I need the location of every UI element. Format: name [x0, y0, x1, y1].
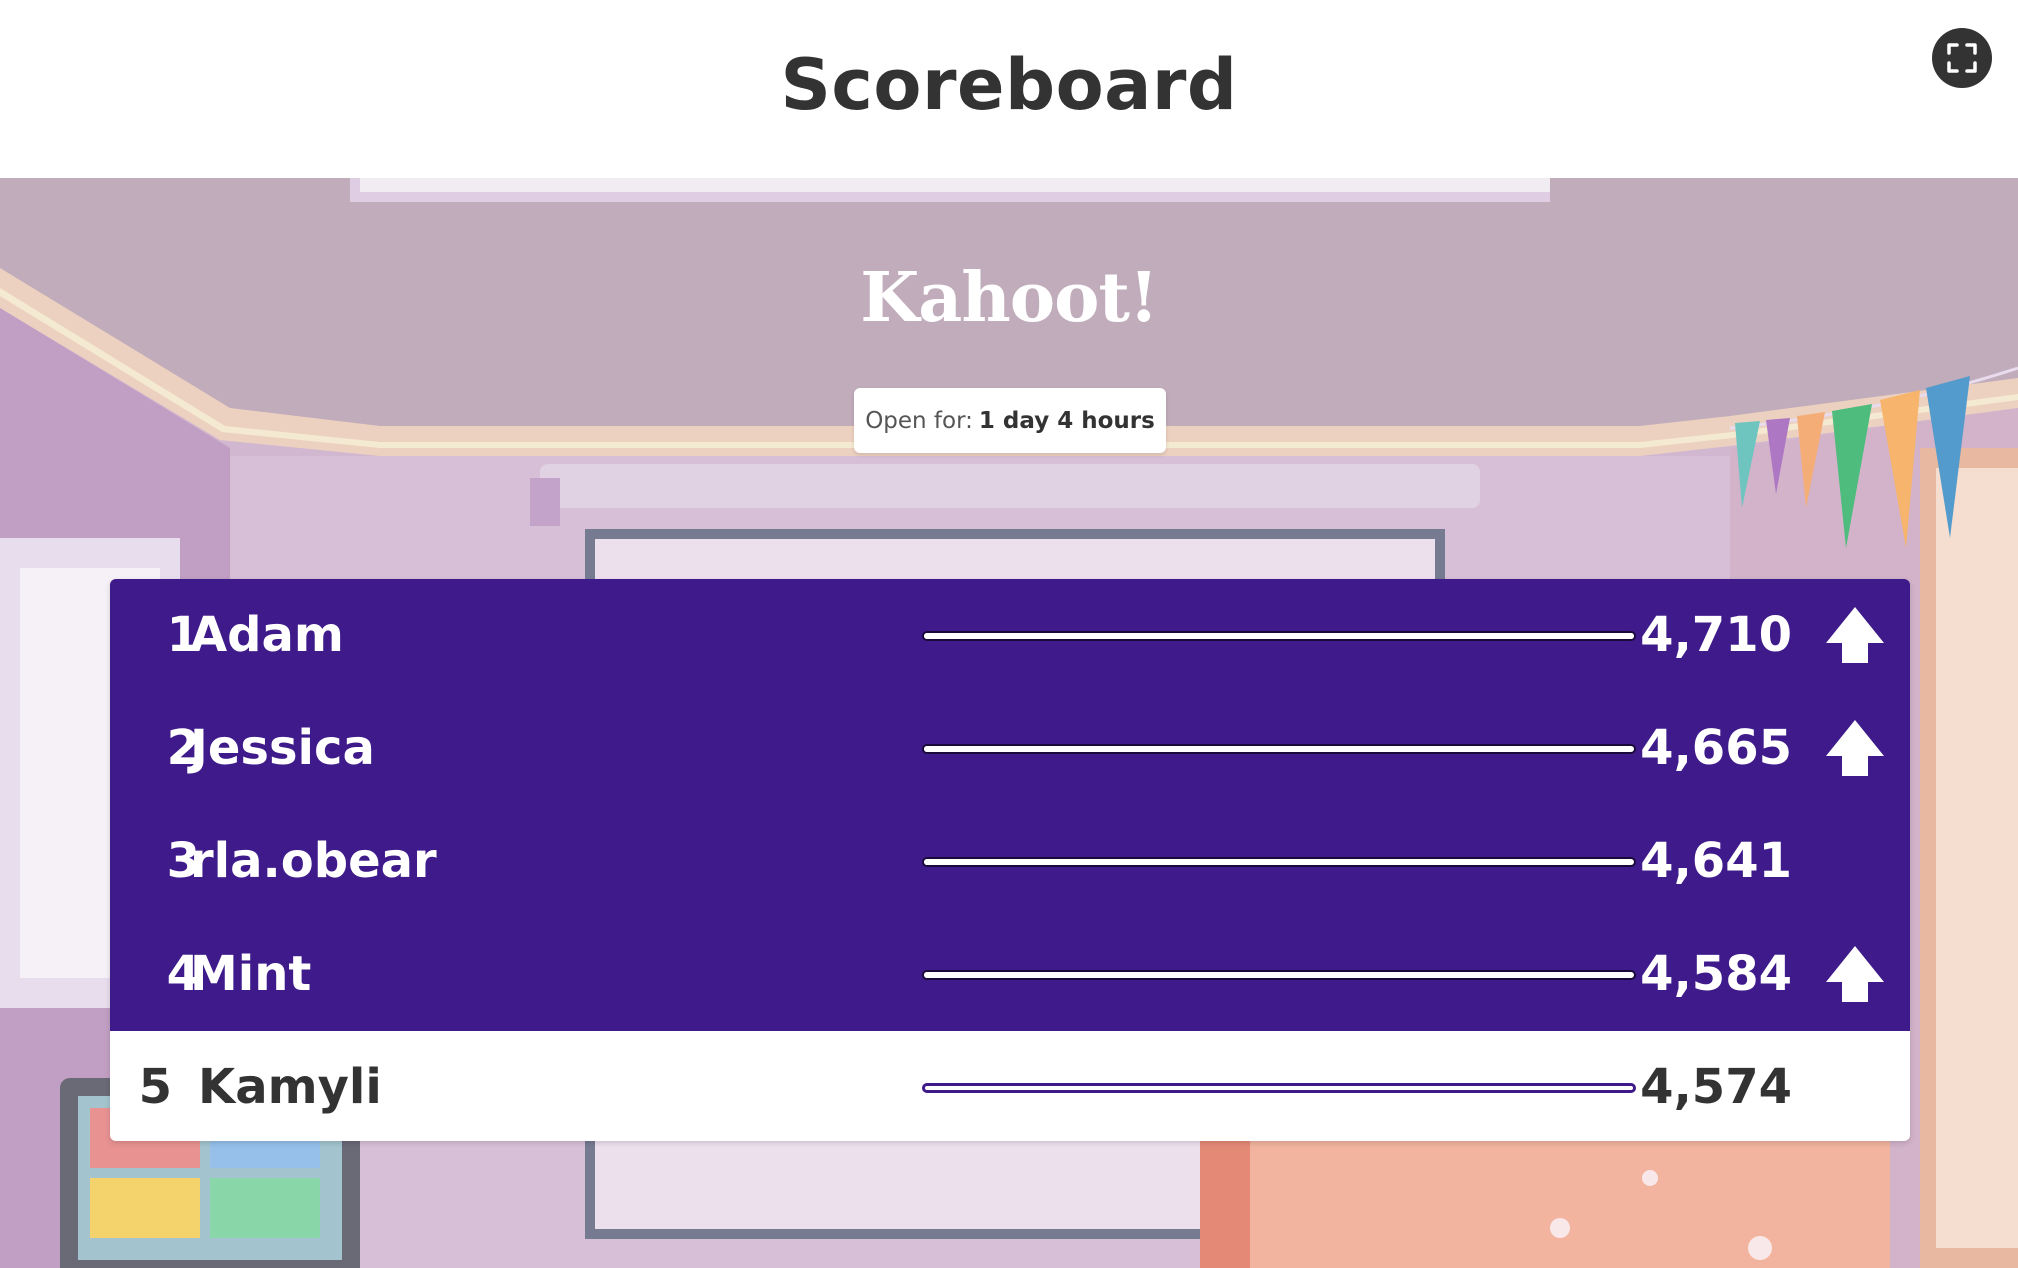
rank-number: 1 [166, 607, 200, 663]
rank-number: 4 [166, 946, 200, 1002]
rank-number: 3 [166, 833, 200, 889]
page-title: Scoreboard [780, 44, 1238, 126]
rank-number: 2 [166, 720, 200, 776]
player-score: 4,710 [1640, 607, 1792, 663]
score-progress-bar [922, 631, 1636, 641]
player-name: Jessica [190, 720, 375, 776]
fullscreen-icon [1947, 43, 1977, 73]
player-score: 4,641 [1640, 833, 1792, 889]
player-score: 4,584 [1640, 946, 1792, 1002]
arrow-up-icon [1826, 720, 1884, 776]
rank-number: 5 [138, 1059, 172, 1115]
scoreboard-row-current-player: 5 Kamyli 4,574 [110, 1031, 1910, 1141]
scoreboard-row: 4 Mint 4,584 [110, 918, 1910, 1031]
open-duration-value: 1 day 4 hours [978, 407, 1155, 434]
score-progress-bar [922, 744, 1636, 754]
scoreboard-row: 1 Adam 4,710 [110, 579, 1910, 692]
score-progress-bar [922, 1083, 1636, 1093]
player-score: 4,665 [1640, 720, 1792, 776]
score-progress-bar [922, 857, 1636, 867]
player-name: rla.obear [190, 833, 437, 889]
scoreboard-row: 3 rla.obear 4,641 [110, 805, 1910, 918]
scoreboard-list: 1 Adam 4,710 2 Jessica 4,665 3 rla.obear… [110, 579, 1910, 1141]
arrow-up-icon [1826, 607, 1884, 663]
player-name: Adam [190, 607, 344, 663]
kahoot-logo: Kahoot! [860, 258, 1159, 338]
score-progress-bar [922, 970, 1636, 980]
player-name: Kamyli [198, 1059, 382, 1115]
header-bar: Scoreboard [0, 0, 2018, 178]
open-duration-badge: Open for: 1 day 4 hours [854, 388, 1166, 453]
scoreboard-row: 2 Jessica 4,665 [110, 692, 1910, 805]
arrow-up-icon [1826, 946, 1884, 1002]
player-name: Mint [190, 946, 312, 1002]
fullscreen-button[interactable] [1932, 28, 1992, 88]
player-score: 4,574 [1640, 1059, 1792, 1115]
open-duration-label: Open for: [865, 407, 973, 434]
